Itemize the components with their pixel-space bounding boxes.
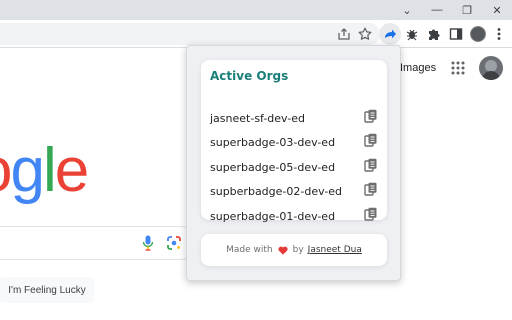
org-row[interactable]: superbadge-01-dev-ed	[210, 204, 378, 228]
search-box[interactable]	[0, 226, 198, 260]
org-name[interactable]: superbadge-01-dev-ed	[210, 210, 335, 223]
copy-icon[interactable]	[364, 158, 378, 177]
bug-extension-icon[interactable]	[401, 23, 423, 45]
mic-icon[interactable]	[142, 235, 154, 256]
logo-letter-l: l	[42, 136, 57, 205]
close-button[interactable]: ✕	[482, 0, 512, 20]
logo-letter-o: o	[0, 136, 13, 205]
logo-letter-g: g	[10, 136, 45, 205]
lens-icon[interactable]	[167, 236, 181, 255]
tab-search-icon[interactable]: ⌄	[392, 0, 422, 20]
org-name[interactable]: supberbadge-02-dev-ed	[210, 185, 342, 198]
google-logo: ogle	[0, 140, 89, 202]
extension-popup: Active Orgs jasneet-sf-dev-ed superbadge…	[186, 45, 401, 281]
minimize-button[interactable]: —	[422, 0, 452, 20]
maximize-button[interactable]: ❐	[452, 0, 482, 20]
screen: ⌄ — ❐ ✕ Images gle I'm Feeling Lucky Act…	[0, 0, 512, 320]
profile-avatar[interactable]	[467, 23, 489, 45]
active-orgs-title: Active Orgs	[210, 69, 289, 83]
side-panel-icon[interactable]	[445, 23, 467, 45]
org-name[interactable]: jasneet-sf-dev-ed	[210, 112, 305, 125]
sf-extension-icon[interactable]	[379, 23, 401, 45]
org-row[interactable]: jasneet-sf-dev-ed	[210, 106, 378, 130]
logo-letter-e: e	[54, 136, 90, 205]
star-icon[interactable]	[354, 23, 376, 45]
puzzle-icon[interactable]	[423, 23, 445, 45]
org-row[interactable]: supberbadge-02-dev-ed	[210, 179, 378, 203]
images-link[interactable]: Images	[400, 62, 436, 74]
by-text: by	[292, 245, 304, 255]
feeling-lucky-button[interactable]: I'm Feeling Lucky	[0, 277, 94, 303]
copy-icon[interactable]	[364, 109, 378, 128]
made-with-text: Made with	[226, 245, 273, 255]
account-avatar[interactable]	[479, 56, 503, 80]
author-link[interactable]: Jasneet Dua	[308, 245, 362, 255]
kebab-menu-icon[interactable]	[488, 23, 510, 45]
org-row[interactable]: superbadge-03-dev-ed	[210, 130, 378, 154]
address-bar[interactable]	[0, 23, 380, 45]
window-titlebar: ⌄ — ❐ ✕	[0, 0, 512, 20]
apps-grid-icon[interactable]	[450, 60, 466, 76]
org-name[interactable]: superbadge-03-dev-ed	[210, 136, 335, 149]
share-icon[interactable]	[333, 23, 355, 45]
popup-footer: Made with by Jasneet Dua	[201, 234, 387, 266]
copy-icon[interactable]	[364, 207, 378, 226]
copy-icon[interactable]	[364, 182, 378, 201]
browser-toolbar	[0, 20, 512, 48]
active-orgs-card: Active Orgs jasneet-sf-dev-ed superbadge…	[201, 60, 387, 223]
org-name[interactable]: superbadge-05-dev-ed	[210, 161, 335, 174]
copy-icon[interactable]	[364, 133, 378, 152]
org-row[interactable]: superbadge-05-dev-ed	[210, 155, 378, 179]
heart-icon	[278, 246, 288, 255]
